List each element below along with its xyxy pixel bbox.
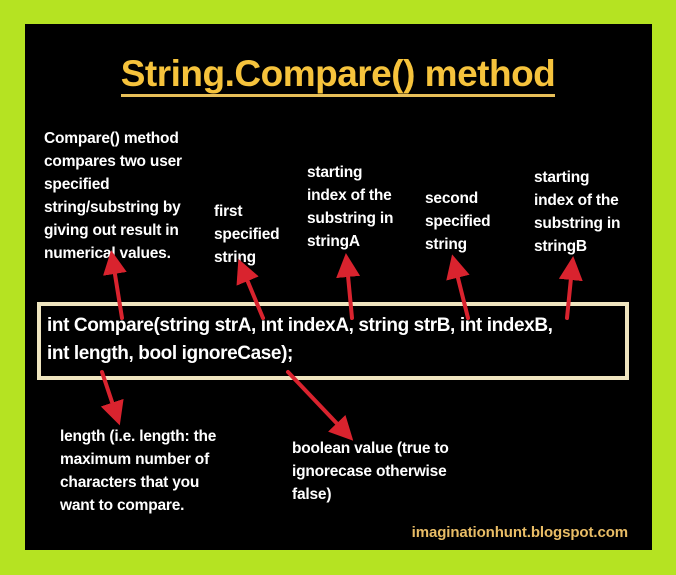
- length-note: length (i.e. length: the maximum number …: [60, 428, 217, 514]
- page-title: String.Compare() method: [0, 52, 676, 97]
- description-note: Compare() method compares two user speci…: [44, 130, 182, 262]
- strA-note: first specified string: [214, 203, 280, 266]
- strB-note: second specified string: [425, 190, 491, 253]
- indexB-note: starting index of the substring in strin…: [534, 169, 621, 255]
- title-text: String.Compare() method: [120, 53, 556, 97]
- indexA-note: starting index of the substring in strin…: [307, 164, 394, 250]
- ignorecase-note: boolean value (true to ignorecase otherw…: [292, 440, 449, 503]
- site-credit: imaginationhunt.blogspot.com: [411, 524, 628, 541]
- method-signature: int Compare(string strA, int indexA, str…: [47, 315, 553, 364]
